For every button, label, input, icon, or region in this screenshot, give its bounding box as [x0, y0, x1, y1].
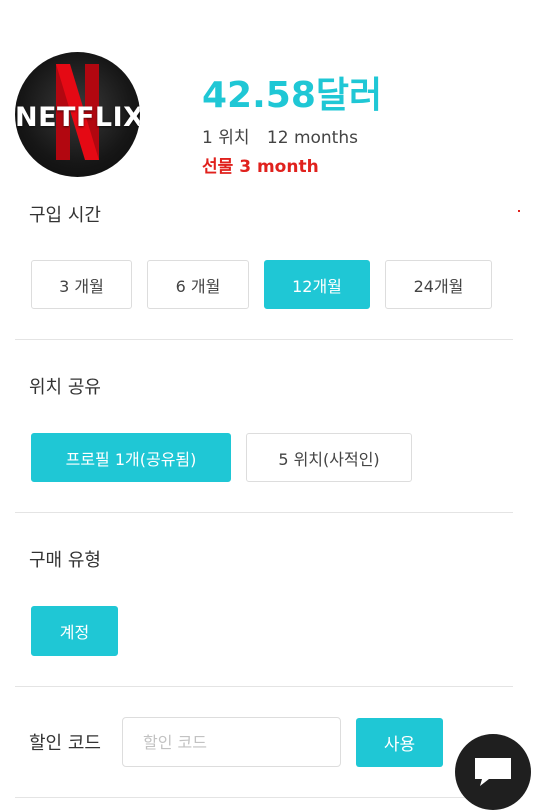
option-private-locations[interactable]: 5 위치(사적인): [246, 433, 412, 482]
option-24-months[interactable]: 24개월: [385, 260, 492, 309]
plan-duration: 12 months: [266, 128, 358, 148]
apply-discount-button[interactable]: 사용: [356, 718, 443, 767]
netflix-logo: NETFLIX: [15, 52, 140, 177]
divider: [15, 797, 513, 798]
decorative-dot: [518, 210, 520, 212]
chat-bubble-icon: [475, 758, 511, 786]
option-12-months[interactable]: 12개월: [264, 260, 370, 309]
discount-code-input[interactable]: [122, 717, 341, 767]
price: 42.58달러: [202, 75, 383, 116]
plan-summary: 1 위치 12 months: [202, 123, 358, 148]
divider: [15, 512, 513, 513]
option-3-months[interactable]: 3 개월: [31, 260, 132, 309]
option-shared-profile[interactable]: 프로필 1개(공유됨): [31, 433, 231, 482]
logo-text: NETFLIX: [15, 102, 140, 133]
purchase-type-title: 구매 유형: [29, 550, 101, 571]
chat-button[interactable]: [455, 734, 531, 810]
option-account[interactable]: 계정: [31, 606, 118, 656]
purchase-time-title: 구입 시간: [29, 205, 101, 226]
gift-text: 선물 3 month: [202, 157, 319, 177]
location-share-title: 위치 공유: [29, 377, 101, 398]
location-count: 1 위치: [202, 128, 250, 148]
option-6-months[interactable]: 6 개월: [147, 260, 249, 309]
discount-label: 할인 코드: [29, 733, 101, 754]
divider: [15, 686, 513, 687]
divider: [15, 339, 513, 340]
